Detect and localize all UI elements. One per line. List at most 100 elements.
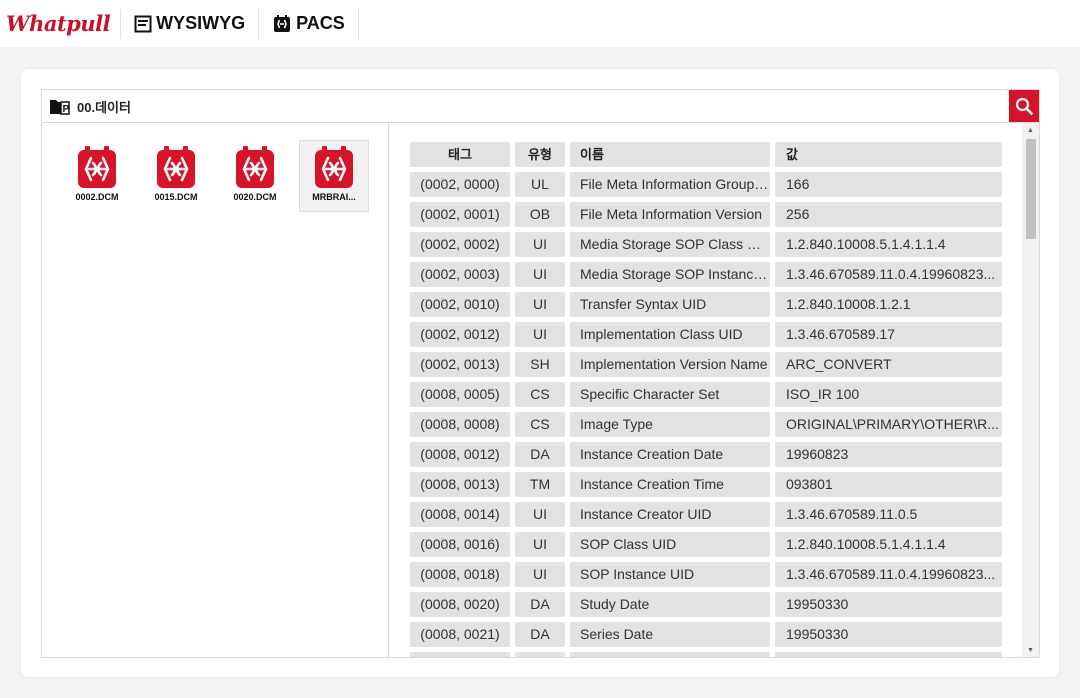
file-name: 0015.DCM <box>154 192 198 202</box>
scroll-down-arrow-icon[interactable]: ▼ <box>1022 643 1039 657</box>
cell-vr: UI <box>515 262 565 287</box>
table-header: 태그 유형 이름 값 <box>410 142 1002 167</box>
file-name: 0020.DCM <box>233 192 277 202</box>
cell-vr: UI <box>515 232 565 257</box>
cell-value: ARC_CONVERT <box>775 352 1002 377</box>
main-card: P 00.데이터 0002.DCM 0015.DCM 0020.DCM MRBR… <box>21 69 1059 677</box>
path-bar: P 00.데이터 <box>42 90 1039 123</box>
cell-vr: SH <box>515 352 565 377</box>
dicom-file-icon <box>157 146 195 188</box>
table-row[interactable]: (0008, 0016) UI SOP Class UID 1.2.840.10008… <box>410 532 1002 557</box>
table-row[interactable]: (0008, 0014) UI Instance Creator UID 1.3.46… <box>410 502 1002 527</box>
cell-vr: DA <box>515 622 565 647</box>
current-path: 00.데이터 <box>77 99 131 115</box>
cell-tag: (0008, 0005) <box>410 382 510 407</box>
cell-name: File Meta Information Version <box>570 202 770 227</box>
cell-vr: UI <box>515 532 565 557</box>
cell-name: Instance Creator UID <box>570 502 770 527</box>
cell-tag: (0002, 0001) <box>410 202 510 227</box>
cell-tag: (0008, 0016) <box>410 532 510 557</box>
table-row[interactable]: (0008, 0013) TM Instance Creation Time 0938… <box>410 472 1002 497</box>
cell-tag: (0002, 0000) <box>410 172 510 197</box>
scroll-up-arrow-icon[interactable]: ▲ <box>1022 123 1039 137</box>
table-row[interactable]: (0002, 0003) UI Media Storage SOP Instance… <box>410 262 1002 287</box>
table-row[interactable]: (0008, 0018) UI SOP Instance UID 1.3.46.670… <box>410 562 1002 587</box>
cell-value: 19950330 <box>775 622 1002 647</box>
brand-logo[interactable]: Whatpull <box>0 8 122 39</box>
cell-value: ISO_IR 100 <box>775 382 1002 407</box>
cell-value: 1.3.46.670589.11.0.4.19960823... <box>775 262 1002 287</box>
cell-tag: (0008, 0013) <box>410 472 510 497</box>
cell-value: 1.3.46.670589.11.0.5 <box>775 502 1002 527</box>
file-item[interactable]: 0020.DCM <box>221 141 289 211</box>
cell-vr: UI <box>515 292 565 317</box>
cell-vr: UI <box>515 322 565 347</box>
cell-vr: UI <box>515 562 565 587</box>
cell-value: 1.3.46.670589.11.0.4.19960823... <box>775 562 1002 587</box>
cell-value: 19960823 <box>775 442 1002 467</box>
table-row[interactable]: (0002, 0001) OB File Meta Information Vers… <box>410 202 1002 227</box>
file-name: MRBRAI... <box>312 192 356 202</box>
cell-tag: (0002, 0013) <box>410 352 510 377</box>
header-vr[interactable]: 유형 <box>515 142 565 167</box>
header-value[interactable]: 값 <box>775 142 1002 167</box>
table-body: 태그 유형 이름 값 (0002, 0000) UL File Meta Infor… <box>410 142 1002 657</box>
cell-tag: (0002, 0002) <box>410 232 510 257</box>
cell-value <box>775 652 1002 657</box>
cell-name <box>570 652 770 657</box>
file-list: 0002.DCM 0015.DCM 0020.DCM MRBRAI... <box>42 123 389 657</box>
cell-tag: (0008, 0008) <box>410 412 510 437</box>
header-tag[interactable]: 태그 <box>410 142 510 167</box>
cell-tag: (0008, 0014) <box>410 502 510 527</box>
dicom-file-icon <box>315 146 353 188</box>
cell-name: Implementation Class UID <box>570 322 770 347</box>
cell-value: ORIGINAL\PRIMARY\OTHER\R... <box>775 412 1002 437</box>
cell-vr: CS <box>515 412 565 437</box>
cell-tag: (0008, 0012) <box>410 442 510 467</box>
file-item[interactable]: 0015.DCM <box>142 141 210 211</box>
cell-vr: OB <box>515 202 565 227</box>
cell-value: 256 <box>775 202 1002 227</box>
cell-vr: DA <box>515 442 565 467</box>
table-row[interactable]: (0008, 0012) DA Instance Creation Date 1996… <box>410 442 1002 467</box>
vertical-scrollbar[interactable]: ▲ ▼ <box>1022 123 1039 657</box>
cell-vr: CS <box>515 382 565 407</box>
table-row[interactable]: (0008, 0005) CS Specific Character Set ISO_… <box>410 382 1002 407</box>
table-row[interactable] <box>410 652 1002 657</box>
cell-name: Image Type <box>570 412 770 437</box>
file-item[interactable]: 0002.DCM <box>63 141 131 211</box>
scroll-thumb[interactable] <box>1026 139 1036 239</box>
table-row[interactable]: (0008, 0021) DA Series Date 19950330 <box>410 622 1002 647</box>
cell-name: Media Storage SOP Instance UID <box>570 262 770 287</box>
table-row[interactable]: (0008, 0020) DA Study Date 19950330 <box>410 592 1002 617</box>
tab-wysiwyg[interactable]: WYSIWYG <box>121 8 260 39</box>
dicom-file-icon <box>78 146 116 188</box>
table-row[interactable]: (0008, 0008) CS Image Type ORIGINAL\PRIMARY… <box>410 412 1002 437</box>
cell-tag: (0002, 0003) <box>410 262 510 287</box>
tab-pacs-label: PACS <box>296 13 345 33</box>
cell-value: 093801 <box>775 472 1002 497</box>
search-button[interactable] <box>1009 90 1039 122</box>
table-row[interactable]: (0002, 0012) UI Implementation Class UID 1.… <box>410 322 1002 347</box>
cell-value: 1.2.840.10008.5.1.4.1.1.4 <box>775 532 1002 557</box>
table-row[interactable]: (0002, 0000) UL File Meta Information Grou… <box>410 172 1002 197</box>
cell-name: Transfer Syntax UID <box>570 292 770 317</box>
cell-value: 1.3.46.670589.17 <box>775 322 1002 347</box>
svg-text:P: P <box>63 104 70 115</box>
search-icon <box>1015 97 1033 115</box>
top-nav: Whatpull WYSIWYG PACS <box>0 0 1080 47</box>
file-name: 0002.DCM <box>75 192 119 202</box>
header-name[interactable]: 이름 <box>570 142 770 167</box>
cell-vr: DA <box>515 592 565 617</box>
file-item-selected[interactable]: MRBRAI... <box>299 140 369 212</box>
table-row[interactable]: (0002, 0013) SH Implementation Version Nam… <box>410 352 1002 377</box>
cell-name: File Meta Information Group Length <box>570 172 770 197</box>
cell-tag: (0008, 0021) <box>410 622 510 647</box>
cell-vr <box>515 652 565 657</box>
cell-name: Implementation Version Name <box>570 352 770 377</box>
cell-value: 1.2.840.10008.5.1.4.1.1.4 <box>775 232 1002 257</box>
table-row[interactable]: (0002, 0002) UI Media Storage SOP Class UI… <box>410 232 1002 257</box>
table-row[interactable]: (0002, 0010) UI Transfer Syntax UID 1.2.840… <box>410 292 1002 317</box>
cell-name: Instance Creation Time <box>570 472 770 497</box>
tab-pacs[interactable]: PACS <box>259 8 359 39</box>
